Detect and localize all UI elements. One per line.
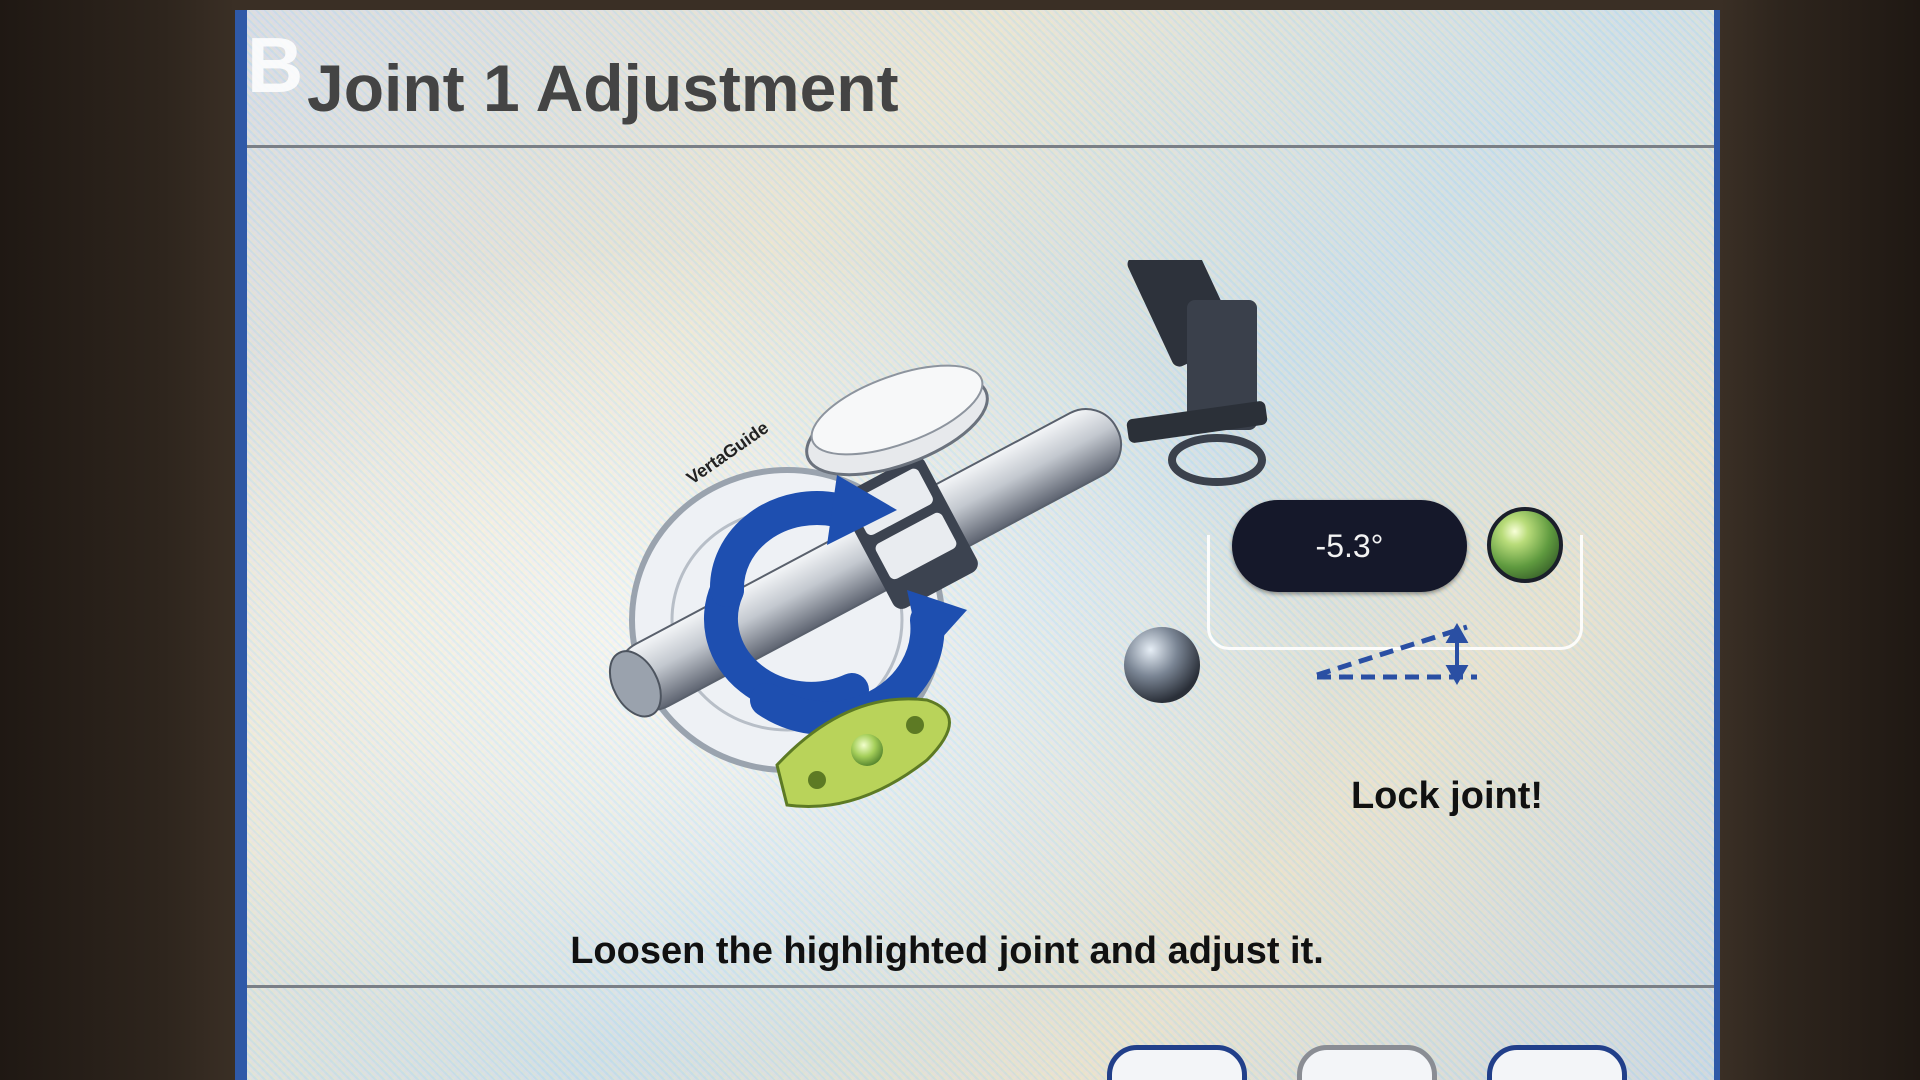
angle-level-icon <box>1316 622 1477 686</box>
clamp-assembly <box>1126 260 1268 486</box>
cancel-button[interactable] <box>1297 1045 1437 1080</box>
monitor-bezel-top <box>235 0 1720 10</box>
dialog-window: B Joint 1 Adjustment VertaGuide -5.3° Lo… <box>235 10 1720 1080</box>
ball-joint <box>1124 627 1200 703</box>
joint-device-illustration: VertaGuide <box>608 260 1268 809</box>
next-button[interactable] <box>1487 1045 1627 1080</box>
instruction-text: Loosen the highlighted joint and adjust … <box>570 930 1324 972</box>
title-divider <box>247 145 1714 148</box>
angle-value-display: -5.3° <box>1232 500 1467 592</box>
monitor-bezel-right <box>1720 0 1920 1080</box>
footer-divider <box>247 985 1714 988</box>
page-title: Joint 1 Adjustment <box>307 51 899 125</box>
corner-letter: B <box>247 21 304 109</box>
status-indicator-icon <box>1487 507 1563 583</box>
back-button[interactable] <box>1107 1045 1247 1080</box>
lock-joint-message: Lock joint! <box>1350 775 1544 817</box>
monitor-bezel-left <box>0 0 235 1080</box>
